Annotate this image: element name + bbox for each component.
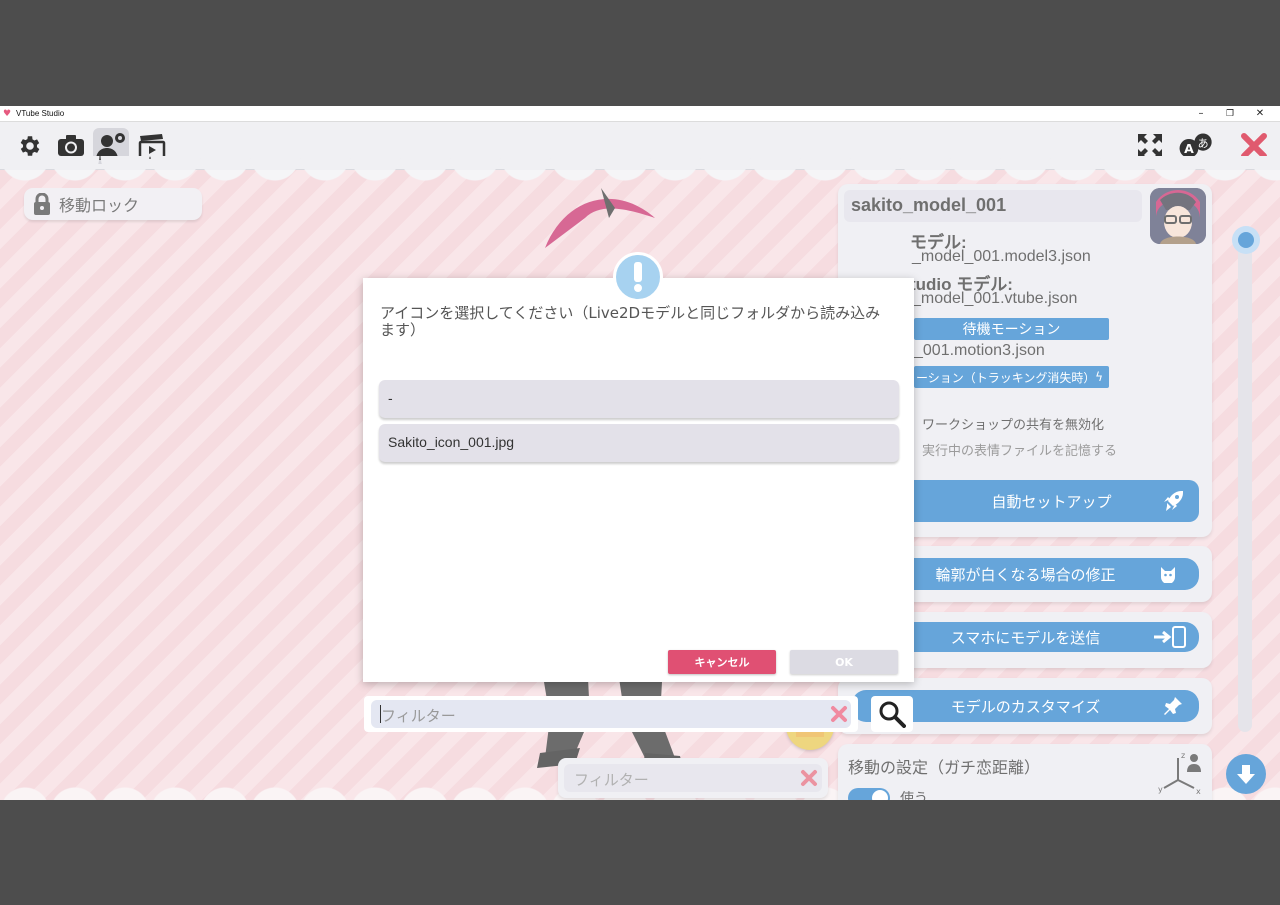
text-caret [380,705,381,723]
workspace: 移動ロック フィルター sakito_model_001 モデル: _model… [0,156,1280,800]
title-bar: ♥ VTube Studio – ❐ ✕ [0,106,1280,122]
exclamation-icon [634,262,642,292]
window-close-button[interactable]: ✕ [1245,106,1275,122]
svg-text:A: A [1184,141,1194,156]
icon-select-dialog: アイコンを選択してください（Live2Dモデルと同じフォルダから読み込みます） … [363,278,914,682]
restore-button[interactable]: ❐ [1215,106,1245,122]
cancel-button[interactable]: キャンセル [668,650,776,674]
search-button[interactable] [871,696,913,732]
camera-icon [58,135,84,156]
dialog-message: アイコンを選択してください（Live2Dモデルと同じフォルダから読み込みます） [380,304,881,339]
alert-badge [613,252,663,302]
svg-text:あ: あ [1198,137,1209,150]
minimize-button[interactable]: – [1186,106,1216,122]
ok-button[interactable]: OK [790,650,898,674]
window-title: VTube Studio [16,109,65,118]
icon-option-none[interactable]: - [379,380,899,418]
clear-dialog-filter-icon[interactable] [830,705,848,723]
app-window: ♥ VTube Studio – ❐ ✕ Aあ 移動ロック フィルター saki… [0,106,1280,800]
dialog-filter-input[interactable]: フィルター [371,700,851,728]
search-icon [879,701,906,728]
icon-option-file[interactable]: Sakito_icon_001.jpg [379,424,899,462]
vtube-heart-icon: ♥ [3,108,12,119]
dialog-filter-bar: フィルター [364,696,858,732]
